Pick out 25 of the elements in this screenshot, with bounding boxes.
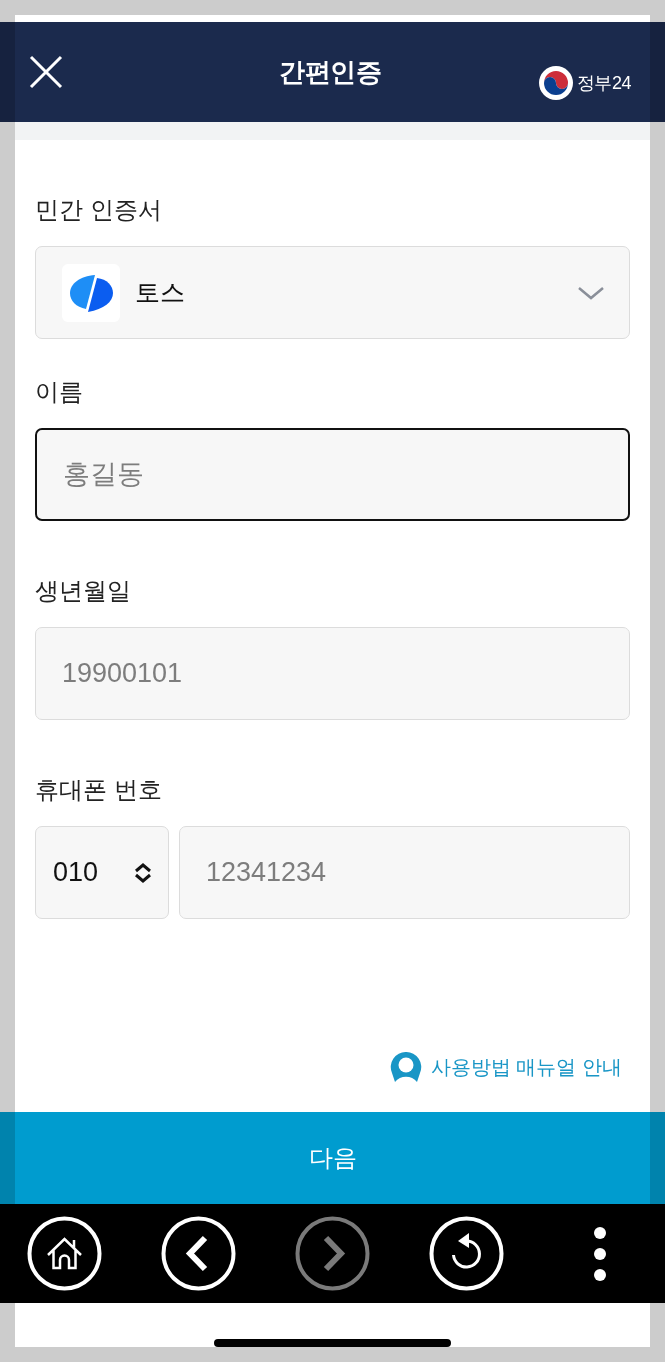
logo-text: 정부24 — [576, 72, 631, 94]
app-logo-icon — [62, 263, 120, 322]
prefix-dropdown[interactable]: 010 — [35, 826, 169, 919]
back-icon — [161, 1216, 236, 1291]
forward-icon — [295, 1216, 370, 1291]
chevron-down-icon — [577, 285, 605, 300]
field-label: 휴대폰 번호 — [35, 775, 163, 805]
home-icon — [27, 1216, 102, 1291]
updown-chevron-icon — [132, 861, 154, 884]
field-label: 이름 — [35, 377, 84, 407]
emblem-icon — [538, 66, 573, 100]
field-label: 생년월일 — [35, 576, 132, 606]
certificate-dropdown[interactable]: 토스 — [35, 246, 630, 339]
close-button[interactable] — [29, 55, 63, 89]
input-field[interactable]: 홍길동 — [35, 428, 630, 521]
page-title: 간편인증 — [279, 56, 381, 89]
refresh-button[interactable] — [429, 1216, 504, 1291]
close-icon — [29, 55, 63, 89]
field-label: 민간 인증서 — [35, 195, 163, 225]
home-button[interactable] — [27, 1216, 102, 1291]
more-icon — [594, 1226, 606, 1281]
person-icon — [388, 1052, 423, 1082]
back-button[interactable] — [161, 1216, 236, 1291]
refresh-icon — [429, 1216, 504, 1291]
more-button[interactable] — [594, 1226, 606, 1281]
